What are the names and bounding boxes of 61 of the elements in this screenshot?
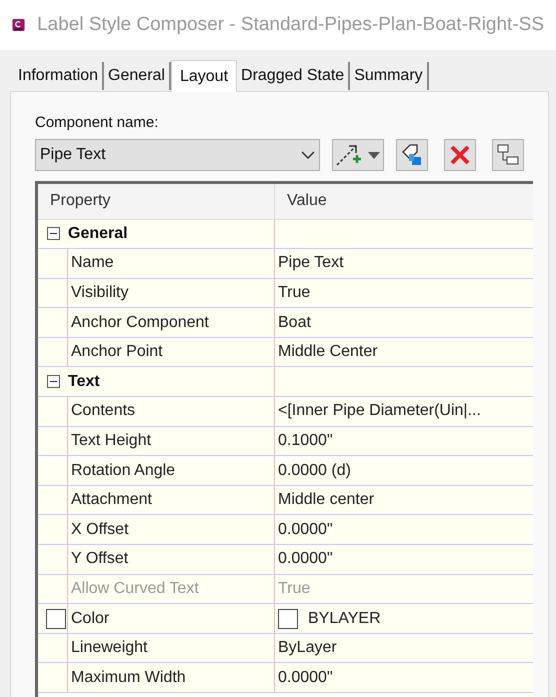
property-value[interactable]: <[Inner Pipe Diameter(Uin|... xyxy=(278,399,481,424)
property-name: Contents xyxy=(71,401,136,422)
group-header[interactable]: General xyxy=(68,222,128,246)
property-value[interactable]: True xyxy=(278,280,310,305)
property-name: Name xyxy=(71,253,114,274)
property-name: Y Offset xyxy=(71,549,128,570)
window-title: Label Style Composer - Standard-Pipes-Plan-Boat-Right-SS xyxy=(37,12,544,37)
property-value[interactable]: ByLayer xyxy=(278,636,337,660)
property-row[interactable]: Name Pipe Text xyxy=(38,249,533,279)
property-value[interactable]: 0.0000" xyxy=(278,547,333,572)
property-value[interactable]: 0.1000" xyxy=(278,428,333,453)
add-component-button[interactable] xyxy=(332,138,384,170)
property-value[interactable]: 0.0000" xyxy=(278,518,333,542)
caret-icon xyxy=(367,150,382,160)
group-row[interactable]: General xyxy=(38,220,533,250)
group-row[interactable]: Text xyxy=(38,367,533,398)
property-row[interactable]: Anchor Component Boat xyxy=(38,308,533,338)
copy-component-button[interactable] xyxy=(396,138,428,170)
property-name: Rotation Angle xyxy=(71,460,176,481)
property-row[interactable]: Text Height 0.1000" xyxy=(38,426,533,456)
arrange-button[interactable] xyxy=(492,138,524,170)
delete-icon xyxy=(448,144,471,166)
tab[interactable]: Layout xyxy=(170,60,238,92)
field-label: Component name: xyxy=(35,113,160,133)
property-value[interactable]: Pipe Text xyxy=(278,251,344,276)
property-row[interactable]: Attachment Middle center xyxy=(38,486,533,516)
property-row[interactable]: Maximum Width 0.0000" xyxy=(38,663,533,693)
collapse-icon[interactable] xyxy=(46,375,60,388)
property-name: Maximum Width xyxy=(71,668,186,688)
property-row[interactable]: Contents <[Inner Pipe Diameter(Uin|... xyxy=(38,397,533,427)
property-value[interactable]: Middle center xyxy=(278,488,374,512)
tag-copy-icon xyxy=(400,142,424,166)
property-name: X Offset xyxy=(71,520,129,540)
column-header[interactable]: Value xyxy=(275,184,533,218)
stacked-boxes-icon xyxy=(496,142,520,166)
property-value[interactable]: 0.0000" xyxy=(278,666,333,690)
property-name: Anchor Point xyxy=(71,342,163,362)
property-value[interactable]: 0.0000 (d) xyxy=(278,458,351,483)
property-name: Text Height xyxy=(71,430,152,451)
property-name: Visibility xyxy=(71,282,128,303)
property-name: Anchor Component xyxy=(71,312,209,333)
property-row[interactable]: Visibility True xyxy=(38,278,533,308)
property-name: Color xyxy=(71,608,110,629)
collapse-icon[interactable] xyxy=(46,227,60,240)
property-row[interactable]: Y Offset 0.0000" xyxy=(38,545,533,575)
property-value[interactable]: Boat xyxy=(278,310,311,335)
column-header[interactable]: Property xyxy=(38,184,275,218)
property-row[interactable]: X Offset 0.0000" xyxy=(38,515,533,546)
chevron-down-icon xyxy=(301,150,316,160)
property-row[interactable]: Rotation Angle 0.0000 (d) xyxy=(38,456,533,486)
property-name: Allow Curved Text xyxy=(71,578,199,599)
delete-button[interactable] xyxy=(444,138,476,170)
property-value[interactable]: Middle Center xyxy=(278,340,378,364)
property-name: Lineweight xyxy=(71,638,148,658)
property-name: Attachment xyxy=(71,490,152,510)
property-row[interactable]: Color BYLAYER xyxy=(38,604,533,634)
property-row[interactable]: Anchor Point Middle Center xyxy=(38,338,533,368)
group-header[interactable]: Text xyxy=(68,370,100,394)
property-row[interactable]: Lineweight ByLayer xyxy=(38,634,533,664)
property-value[interactable]: BYLAYER xyxy=(308,606,381,631)
component-dropdown[interactable]: Pipe Text xyxy=(35,138,320,170)
